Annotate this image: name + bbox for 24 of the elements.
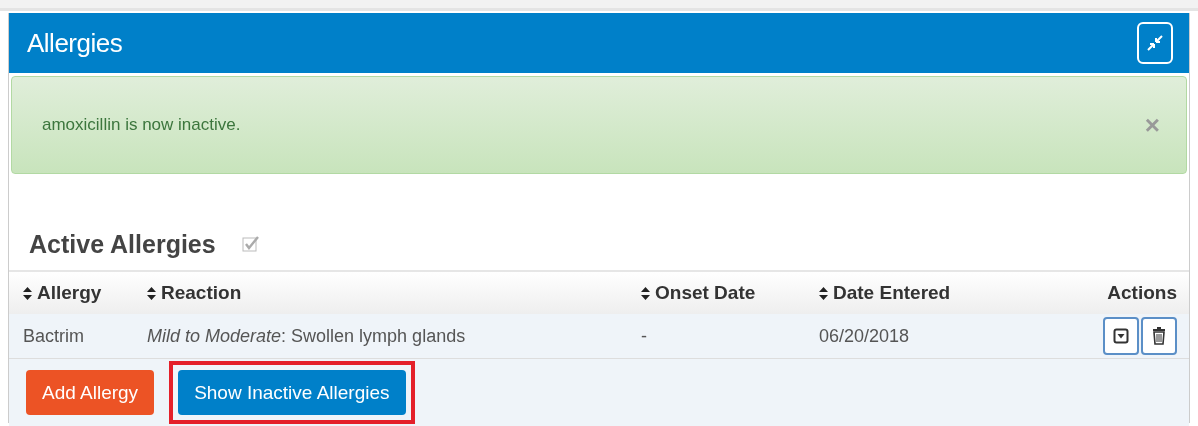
caret-icon [1113, 328, 1129, 344]
column-header[interactable]: Onset Date [641, 282, 819, 304]
action-button[interactable]: Show Inactive Allergies [178, 370, 406, 415]
table-cell-text: Mild to Moderate: Swollen lymph glands [147, 325, 467, 347]
sort-icon[interactable] [23, 286, 32, 300]
table-cell-text: 06/20/2018 [819, 325, 911, 347]
sort-icon[interactable] [147, 286, 156, 300]
column-header[interactable]: Allergy [23, 282, 147, 304]
column-header[interactable]: Date Entered [819, 282, 1089, 304]
collapse-icon[interactable] [1137, 22, 1173, 64]
section-title: Active Allergies [29, 229, 216, 259]
column-header: Actions [1106, 282, 1177, 304]
panel-title: Allergies [27, 27, 123, 59]
column-header[interactable]: Reaction [147, 282, 641, 304]
sort-icon[interactable] [819, 286, 828, 300]
dropdown-button[interactable] [1103, 317, 1139, 355]
sort-icon[interactable] [641, 286, 650, 300]
action-button[interactable]: Add Allergy [26, 370, 155, 415]
table-cell-text: - [641, 325, 648, 347]
alert-message: amoxicillin is now inactive. [42, 115, 241, 135]
trash-icon [1152, 327, 1166, 345]
checkbox[interactable] [241, 235, 260, 253]
delete-button[interactable] [1141, 317, 1177, 355]
table-cell-text: Bactrim [23, 325, 85, 347]
